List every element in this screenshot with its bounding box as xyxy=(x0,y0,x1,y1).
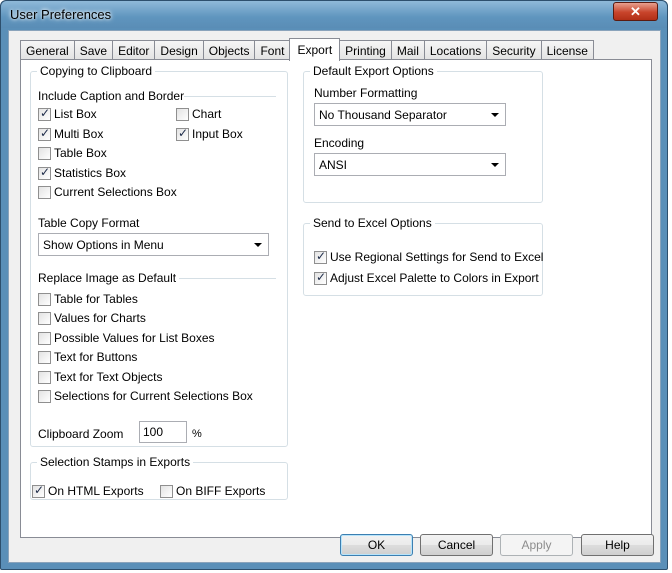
current-selections-box-checkbox[interactable]: Current Selections Box xyxy=(38,185,177,199)
number-formatting-label: Number Formatting xyxy=(314,86,418,100)
selections-for-current-label: Selections for Current Selections Box xyxy=(54,389,253,403)
checkbox-unchecked-icon xyxy=(176,107,189,121)
cancel-button[interactable]: Cancel xyxy=(420,534,493,556)
checkbox-checked-icon xyxy=(38,126,51,141)
tab-save[interactable]: Save xyxy=(73,40,114,60)
close-button[interactable]: ✕ xyxy=(613,2,658,21)
current-selections-box-label: Current Selections Box xyxy=(54,185,177,199)
replace-image-label: Replace Image as Default xyxy=(38,271,177,285)
values-for-charts-label: Values for Charts xyxy=(54,311,146,325)
table-for-tables-checkbox[interactable]: Table for Tables xyxy=(38,292,138,306)
encoding-select[interactable]: ANSI xyxy=(314,153,506,176)
checkbox-unchecked-icon xyxy=(38,146,51,160)
text-for-text-objects-label: Text for Text Objects xyxy=(54,370,163,384)
checkbox-unchecked-icon xyxy=(38,311,51,325)
help-button[interactable]: Help xyxy=(581,534,654,556)
table-copy-format-label: Table Copy Format xyxy=(38,216,140,230)
include-caption-separator xyxy=(184,96,276,97)
text-for-buttons-checkbox[interactable]: Text for Buttons xyxy=(38,350,137,364)
tab-mail[interactable]: Mail xyxy=(390,40,425,60)
chevron-down-icon xyxy=(491,113,499,117)
tab-printing[interactable]: Printing xyxy=(339,40,392,60)
text-for-buttons-label: Text for Buttons xyxy=(54,350,138,364)
table-copy-format-value: Show Options in Menu xyxy=(43,237,164,252)
tab-general[interactable]: General xyxy=(20,40,75,60)
window-title: User Preferences xyxy=(10,7,112,22)
statistics-box-checkbox[interactable]: Statistics Box xyxy=(38,165,127,180)
tab-editor[interactable]: Editor xyxy=(112,40,156,60)
clipboard-zoom-input[interactable]: 100 xyxy=(139,421,187,443)
tab-locations[interactable]: Locations xyxy=(423,40,488,60)
adjust-palette-checkbox[interactable]: Adjust Excel Palette to Colors in Export xyxy=(314,270,539,285)
title-bar[interactable]: User Preferences ✕ xyxy=(1,1,667,28)
export-tab-panel: Copying to Clipboard Include Caption and… xyxy=(20,59,652,538)
copying-group-legend: Copying to Clipboard xyxy=(40,64,153,78)
ok-button[interactable]: OK xyxy=(340,534,413,556)
checkbox-unchecked-icon xyxy=(38,350,51,364)
list-box-label: List Box xyxy=(54,107,97,121)
values-for-charts-checkbox[interactable]: Values for Charts xyxy=(38,311,146,325)
number-formatting-select[interactable]: No Thousand Separator xyxy=(314,103,506,126)
checkbox-checked-icon xyxy=(32,483,45,498)
possible-values-checkbox[interactable]: Possible Values for List Boxes xyxy=(38,331,215,345)
on-biff-exports-checkbox[interactable]: On BIFF Exports xyxy=(160,484,265,498)
on-biff-exports-label: On BIFF Exports xyxy=(176,484,266,498)
tab-license[interactable]: License xyxy=(540,40,594,60)
chevron-down-icon xyxy=(491,163,499,167)
encoding-label: Encoding xyxy=(314,136,365,150)
number-formatting-value: No Thousand Separator xyxy=(319,107,447,122)
checkbox-unchecked-icon xyxy=(38,331,51,345)
text-for-text-objects-checkbox[interactable]: Text for Text Objects xyxy=(38,370,163,384)
selections-for-current-checkbox[interactable]: Selections for Current Selections Box xyxy=(38,389,253,403)
tab-objects[interactable]: Objects xyxy=(202,40,256,60)
checkbox-unchecked-icon xyxy=(38,389,51,403)
multi-box-label: Multi Box xyxy=(54,127,104,141)
include-caption-label: Include Caption and Border xyxy=(38,89,185,103)
statistics-box-label: Statistics Box xyxy=(54,166,127,180)
table-box-checkbox[interactable]: Table Box xyxy=(38,146,107,160)
dialog-body: General Save Editor Design Objects Font … xyxy=(8,30,661,563)
regional-settings-checkbox[interactable]: Use Regional Settings for Send to Excel xyxy=(314,249,544,264)
clipboard-zoom-label: Clipboard Zoom xyxy=(38,427,124,441)
table-box-label: Table Box xyxy=(54,146,107,160)
dialog-window: User Preferences ✕ General Save Editor D… xyxy=(0,0,668,570)
chevron-down-icon xyxy=(254,243,262,247)
zoom-unit-label: % xyxy=(192,428,202,440)
replace-image-separator xyxy=(179,278,276,279)
possible-values-label: Possible Values for List Boxes xyxy=(54,331,215,345)
chart-checkbox[interactable]: Chart xyxy=(176,107,221,121)
apply-button[interactable]: Apply xyxy=(500,534,573,556)
multi-box-checkbox[interactable]: Multi Box xyxy=(38,126,104,141)
checkbox-unchecked-icon xyxy=(38,185,51,199)
default-export-legend: Default Export Options xyxy=(313,64,434,78)
on-html-exports-checkbox[interactable]: On HTML Exports xyxy=(32,483,144,498)
table-for-tables-label: Table for Tables xyxy=(54,292,138,306)
checkbox-checked-icon xyxy=(314,249,327,264)
tab-font[interactable]: Font xyxy=(254,40,291,60)
on-html-exports-label: On HTML Exports xyxy=(48,484,144,498)
default-export-options-group: Default Export Options xyxy=(303,64,543,203)
tab-security[interactable]: Security xyxy=(486,40,542,60)
checkbox-checked-icon xyxy=(314,270,327,285)
checkbox-unchecked-icon xyxy=(160,484,173,498)
selection-stamps-legend: Selection Stamps in Exports xyxy=(40,455,191,469)
list-box-checkbox[interactable]: List Box xyxy=(38,106,97,121)
tab-strip: General Save Editor Design Objects Font … xyxy=(20,38,594,61)
checkbox-checked-icon xyxy=(38,106,51,121)
close-icon: ✕ xyxy=(630,3,641,19)
input-box-label: Input Box xyxy=(192,127,243,141)
send-to-excel-legend: Send to Excel Options xyxy=(313,216,432,230)
regional-settings-label: Use Regional Settings for Send to Excel xyxy=(330,250,544,264)
table-copy-format-select[interactable]: Show Options in Menu xyxy=(38,233,269,256)
adjust-palette-label: Adjust Excel Palette to Colors in Export xyxy=(330,271,539,285)
checkbox-unchecked-icon xyxy=(38,370,51,384)
checkbox-checked-icon xyxy=(176,126,189,141)
checkbox-checked-icon xyxy=(38,165,51,180)
chart-label: Chart xyxy=(192,107,222,121)
input-box-checkbox[interactable]: Input Box xyxy=(176,126,243,141)
tab-design[interactable]: Design xyxy=(154,40,204,60)
encoding-value: ANSI xyxy=(319,157,348,172)
checkbox-unchecked-icon xyxy=(38,292,51,306)
tab-export[interactable]: Export xyxy=(289,38,341,61)
